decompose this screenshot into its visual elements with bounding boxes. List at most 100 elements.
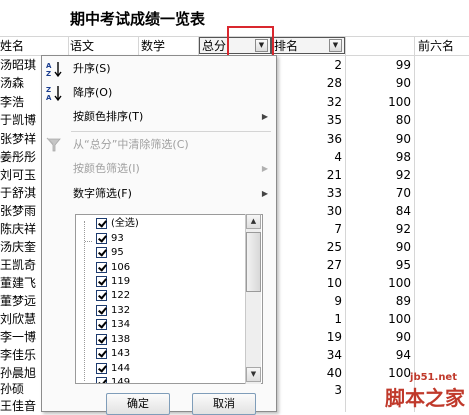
menu-item-label: 按颜色排序(T) bbox=[73, 110, 144, 123]
rank-cell: 90 bbox=[395, 132, 411, 146]
list-item-label: 138 bbox=[111, 334, 131, 345]
total-cell: 32 bbox=[326, 95, 342, 109]
checkbox-checked[interactable] bbox=[96, 218, 107, 229]
menu-separator bbox=[71, 131, 271, 132]
rank-cell: 84 bbox=[395, 204, 411, 218]
checkbox-checked[interactable] bbox=[96, 363, 107, 374]
total-cell: 4 bbox=[334, 150, 342, 164]
list-item-label: 93 bbox=[111, 233, 124, 244]
checkbox-checked[interactable] bbox=[96, 247, 107, 258]
rank-cell: 90 bbox=[395, 76, 411, 90]
header-name: 姓名 bbox=[0, 39, 25, 53]
header-chinese: 语文 bbox=[70, 39, 95, 53]
sort-ascending-icon: A Z bbox=[45, 60, 63, 78]
header-rank-label: 排名 bbox=[274, 39, 299, 53]
total-cell: 34 bbox=[326, 348, 342, 362]
list-item-label: 132 bbox=[111, 305, 131, 316]
header-top6: 前六名 bbox=[418, 39, 455, 53]
menu-sort-by-color[interactable]: 按颜色排序(T) ▶ bbox=[42, 106, 276, 128]
rank-cell: 95 bbox=[395, 258, 411, 272]
list-item-label: 119 bbox=[111, 276, 131, 287]
list-item-label: 143 bbox=[111, 348, 131, 359]
checkbox-checked[interactable] bbox=[96, 262, 107, 273]
checkbox-checked[interactable] bbox=[96, 305, 107, 316]
watermark: jb51.net 脚本之家 bbox=[353, 372, 465, 410]
menu-clear-filter: 从“总分”中清除筛选(C) bbox=[42, 134, 276, 156]
checkbox-checked[interactable] bbox=[96, 290, 107, 301]
list-item-label: 95 bbox=[111, 247, 124, 258]
total-cell: 1 bbox=[334, 312, 342, 326]
menu-sort-ascending[interactable]: A Z 升序(S) bbox=[42, 58, 276, 80]
tree-line bbox=[85, 241, 92, 242]
header-math: 数学 bbox=[141, 39, 166, 53]
total-cell: 35 bbox=[326, 113, 342, 127]
scroll-down-button[interactable]: ▼ bbox=[246, 367, 261, 382]
svg-text:Z: Z bbox=[46, 70, 51, 78]
filter-menu: A Z 升序(S) Z A 降序(O) 按颜色排序(T) ▶ 从“总分”中清除筛… bbox=[41, 55, 277, 415]
menu-sort-descending[interactable]: Z A 降序(O) bbox=[42, 82, 276, 104]
scroll-up-button[interactable]: ▲ bbox=[246, 214, 261, 229]
rank-filter-dropdown-button[interactable]: ▼ bbox=[329, 39, 342, 52]
total-cell: 36 bbox=[326, 132, 342, 146]
rank-cell: 100 bbox=[388, 95, 411, 109]
total-cell: 25 bbox=[326, 240, 342, 254]
rank-cell: 98 bbox=[395, 150, 411, 164]
watermark-brand: 脚本之家 bbox=[385, 386, 465, 410]
sort-descending-icon: Z A bbox=[45, 84, 63, 102]
menu-filter-by-color: 按颜色筛选(I) ▶ bbox=[42, 158, 276, 180]
checkbox-checked[interactable] bbox=[96, 233, 107, 244]
list-item-label: 106 bbox=[111, 262, 131, 273]
rank-cell: 100 bbox=[388, 276, 411, 290]
checkbox-checked[interactable] bbox=[96, 377, 107, 383]
rank-cell: 90 bbox=[395, 240, 411, 254]
submenu-arrow-icon: ▶ bbox=[261, 164, 268, 173]
clear-filter-icon bbox=[45, 136, 63, 154]
rank-cell: 70 bbox=[395, 186, 411, 200]
value-checklist[interactable]: (全选) 93 95 106 119 122 132 134 138 143 1… bbox=[75, 214, 263, 384]
menu-item-label: 按颜色筛选(I) bbox=[73, 162, 140, 175]
menu-item-label: 数字筛选(F) bbox=[73, 187, 132, 200]
total-cell: 33 bbox=[326, 186, 342, 200]
menu-item-label: 从“总分”中清除筛选(C) bbox=[73, 138, 189, 151]
checkbox-checked[interactable] bbox=[96, 334, 107, 345]
checkbox-checked[interactable] bbox=[96, 276, 107, 287]
total-cell: 28 bbox=[326, 76, 342, 90]
total-cell: 7 bbox=[334, 222, 342, 236]
total-cell: 40 bbox=[326, 366, 342, 380]
header-total-label: 总分 bbox=[202, 39, 227, 53]
list-item-label: (全选) bbox=[111, 218, 139, 229]
total-cell: 30 bbox=[326, 204, 342, 218]
checkbox-checked[interactable] bbox=[96, 348, 107, 359]
list-item-label: 134 bbox=[111, 319, 131, 330]
list-item-label: 122 bbox=[111, 290, 131, 301]
rank-cell: 94 bbox=[395, 348, 411, 362]
grid-line bbox=[414, 36, 415, 412]
menu-item-label: 升序(S) bbox=[73, 62, 111, 75]
list-scrollbar[interactable]: ▲ ▼ bbox=[245, 214, 261, 384]
total-cell: 19 bbox=[326, 330, 342, 344]
total-cell: 21 bbox=[326, 168, 342, 182]
rank-cell: 92 bbox=[395, 222, 411, 236]
rank-cell: 80 bbox=[395, 113, 411, 127]
svg-text:Z: Z bbox=[46, 86, 51, 94]
list-item-label: 149 bbox=[111, 377, 131, 384]
rank-cell: 100 bbox=[388, 312, 411, 326]
total-cell: 10 bbox=[326, 276, 342, 290]
rank-cell: 89 bbox=[395, 294, 411, 308]
scroll-thumb[interactable] bbox=[246, 232, 261, 292]
grid-line bbox=[345, 36, 346, 412]
menu-number-filters[interactable]: 数字筛选(F) ▶ bbox=[42, 183, 276, 205]
rank-cell: 90 bbox=[395, 330, 411, 344]
rank-cell: 99 bbox=[395, 58, 411, 72]
total-cell: 9 bbox=[334, 294, 342, 308]
total-cell: 3 bbox=[334, 383, 342, 397]
sheet-title: 期中考试成绩一览表 bbox=[70, 10, 206, 28]
total-cell: 2 bbox=[334, 58, 342, 72]
svg-text:A: A bbox=[46, 94, 52, 102]
header-rank[interactable]: 排名 ▼ bbox=[271, 37, 345, 54]
submenu-arrow-icon: ▶ bbox=[261, 189, 268, 198]
list-item-label: 144 bbox=[111, 363, 131, 374]
checkbox-checked[interactable] bbox=[96, 319, 107, 330]
svg-text:A: A bbox=[46, 62, 52, 70]
menu-item-label: 降序(O) bbox=[73, 86, 113, 99]
